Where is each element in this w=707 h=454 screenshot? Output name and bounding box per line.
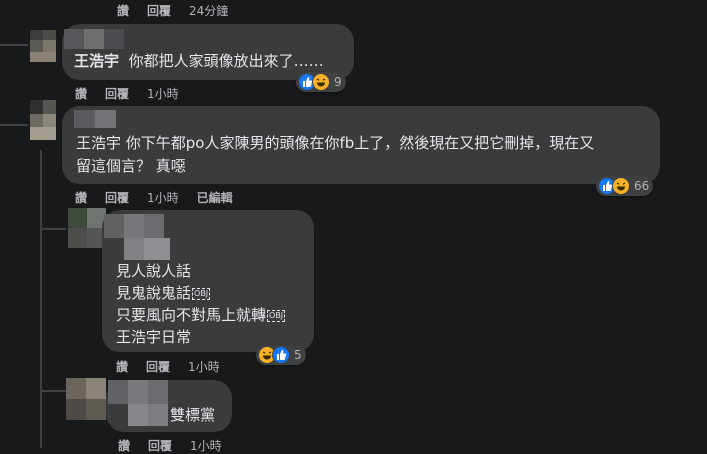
comment-actions: 讚 回覆 1小時 已編輯 — [75, 189, 233, 206]
thread-line — [40, 390, 66, 392]
reply-button[interactable]: 回覆 — [147, 2, 171, 19]
haha-icon — [312, 73, 330, 91]
edited-label[interactable]: 已編輯 — [197, 189, 233, 206]
comment-actions: 讚 回覆 24分鐘 — [117, 2, 228, 19]
avatar[interactable] — [30, 100, 56, 140]
comment-text: 雙標黨 — [170, 406, 216, 424]
thread-line — [0, 124, 28, 126]
avatar[interactable] — [30, 30, 56, 62]
comment-text: 見人說人話 — [116, 262, 192, 280]
reaction-summary[interactable]: 5 — [256, 345, 306, 365]
reply-button[interactable]: 回覆 — [105, 189, 129, 206]
comment-body: 你都把人家頭像放出來了…… — [128, 52, 324, 70]
reaction-count: 5 — [294, 348, 302, 362]
avatar[interactable] — [68, 208, 106, 248]
thread-line — [40, 228, 66, 230]
comment-bubble: 雙標黨 — [106, 380, 232, 432]
comment-actions: 讚 回覆 1小時 — [118, 437, 222, 454]
comment-actions: 讚 回覆 1小時 — [75, 85, 179, 102]
comment-text: 見鬼說鬼話 OBJ — [116, 282, 211, 304]
reply-button[interactable]: 回覆 — [148, 437, 172, 454]
haha-icon — [612, 177, 630, 195]
like-button[interactable]: 讚 — [116, 358, 128, 375]
like-button[interactable]: 讚 — [75, 85, 87, 102]
blurred-name — [108, 380, 168, 426]
comment-text: 王浩宇 你都把人家頭像放出來了…… — [74, 50, 324, 72]
comment-text: 只要風向不對馬上就轉 OBJ — [116, 304, 286, 326]
like-button[interactable]: 讚 — [118, 437, 130, 454]
reaction-count: 9 — [334, 75, 342, 89]
blurred-name — [104, 214, 184, 262]
reaction-count: 66 — [634, 179, 650, 193]
avatar[interactable] — [66, 378, 106, 420]
mention-link[interactable]: 王浩宇 — [74, 52, 119, 70]
timestamp[interactable]: 1小時 — [147, 85, 179, 102]
timestamp[interactable]: 1小時 — [190, 437, 222, 454]
timestamp[interactable]: 24分鐘 — [189, 2, 228, 19]
comment-bubble: 見人說人話 見鬼說鬼話 OBJ 只要風向不對馬上就轉 OBJ 王浩宇日常 — [102, 210, 314, 352]
comment-line: 見鬼說鬼話 — [116, 284, 192, 302]
reply-button[interactable]: 回覆 — [146, 358, 170, 375]
comment-line: 只要風向不對馬上就轉 — [116, 306, 267, 324]
timestamp[interactable]: 1小時 — [147, 189, 179, 206]
thread-line — [0, 44, 28, 46]
like-button[interactable]: 讚 — [117, 2, 129, 19]
reaction-summary[interactable]: 66 — [596, 176, 654, 196]
comment-text: 王浩宇日常 — [116, 328, 192, 346]
obj-tag-icon: OBJ — [267, 310, 286, 322]
comment-bubble: 王浩宇 你下午都po人家陳男的頭像在你fb上了，然後現在又把它刪掉，現在又 留這… — [62, 106, 660, 184]
comment-text: 王浩宇 你下午都po人家陳男的頭像在你fb上了，然後現在又把它刪掉，現在又 — [76, 134, 595, 152]
like-button[interactable]: 讚 — [75, 189, 87, 206]
comment-text: 留這個言？ 真噁 — [76, 157, 186, 175]
blurred-name — [64, 29, 124, 49]
like-icon — [272, 346, 290, 364]
reply-button[interactable]: 回覆 — [105, 85, 129, 102]
blurred-name — [74, 110, 116, 128]
thread-line — [40, 150, 42, 448]
comment-actions: 讚 回覆 1小時 — [116, 358, 220, 375]
timestamp[interactable]: 1小時 — [188, 358, 220, 375]
reaction-summary[interactable]: 9 — [296, 72, 346, 92]
obj-tag-icon: OBJ — [192, 288, 211, 300]
